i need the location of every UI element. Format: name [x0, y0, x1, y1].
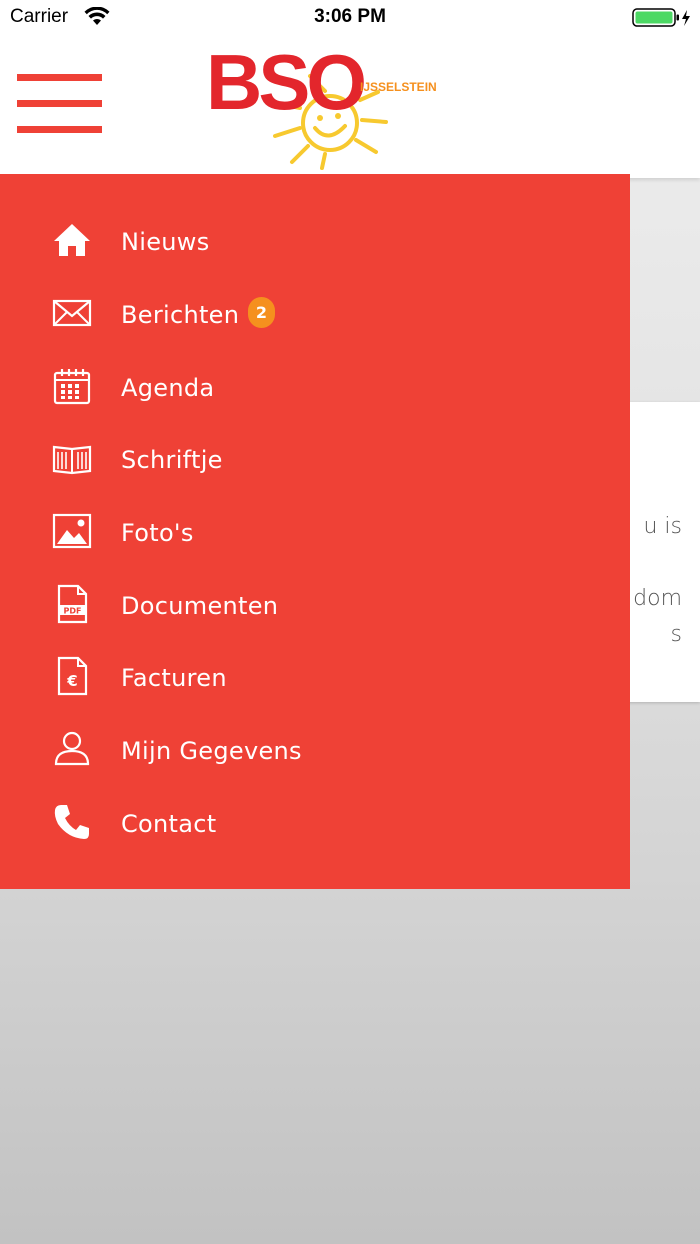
battery-icon — [632, 8, 692, 32]
menu-item-fotos[interactable]: Foto's — [0, 501, 630, 573]
menu-item-label: Documenten — [121, 592, 279, 620]
menu-item-label: Nieuws — [121, 228, 210, 256]
menu-item-nieuws[interactable]: Nieuws — [0, 210, 630, 282]
app-header: BSO IJSSELSTEIN — [0, 36, 700, 178]
menu-item-label: Contact — [121, 810, 217, 838]
menu-item-label: Schriftje — [121, 446, 223, 474]
side-menu: Nieuws Berichten 2 Agenda Schriftje Foto… — [0, 174, 630, 889]
menu-item-label: Mijn Gegevens — [121, 737, 302, 765]
logo-subtext: IJSSELSTEIN — [360, 80, 437, 94]
unread-badge: 2 — [248, 297, 275, 328]
book-icon — [52, 438, 92, 478]
menu-item-label: Agenda — [121, 374, 215, 402]
menu-item-berichten[interactable]: Berichten 2 — [0, 283, 630, 355]
menu-item-label: Berichten — [121, 301, 240, 329]
menu-item-documenten[interactable]: PDF Documenten — [0, 574, 630, 646]
menu-item-schriftje[interactable]: Schriftje — [0, 428, 630, 500]
menu-item-contact[interactable]: Contact — [0, 792, 630, 864]
menu-item-label: Facturen — [121, 664, 227, 692]
sun-logo-icon[interactable]: BSO IJSSELSTEIN — [200, 36, 450, 176]
hamburger-icon[interactable] — [17, 74, 102, 134]
phone-icon — [52, 802, 92, 842]
calendar-icon — [52, 366, 92, 406]
logo-text: BSO — [206, 38, 364, 126]
menu-item-mijn-gegevens[interactable]: Mijn Gegevens — [0, 719, 630, 791]
home-icon — [52, 220, 92, 260]
clock: 3:06 PM — [314, 6, 386, 27]
pdf-icon: PDF — [52, 584, 92, 624]
envelope-icon — [52, 293, 92, 333]
svg-text:PDF: PDF — [64, 607, 82, 616]
image-icon — [52, 511, 92, 551]
invoice-icon: € — [52, 656, 92, 696]
svg-text:€: € — [66, 672, 77, 690]
menu-item-label: Foto's — [121, 519, 194, 547]
menu-item-facturen[interactable]: € Facturen — [0, 646, 630, 718]
menu-item-agenda[interactable]: Agenda — [0, 356, 630, 428]
status-bar: Carrier 3:06 PM — [0, 0, 700, 36]
user-icon — [52, 729, 92, 769]
